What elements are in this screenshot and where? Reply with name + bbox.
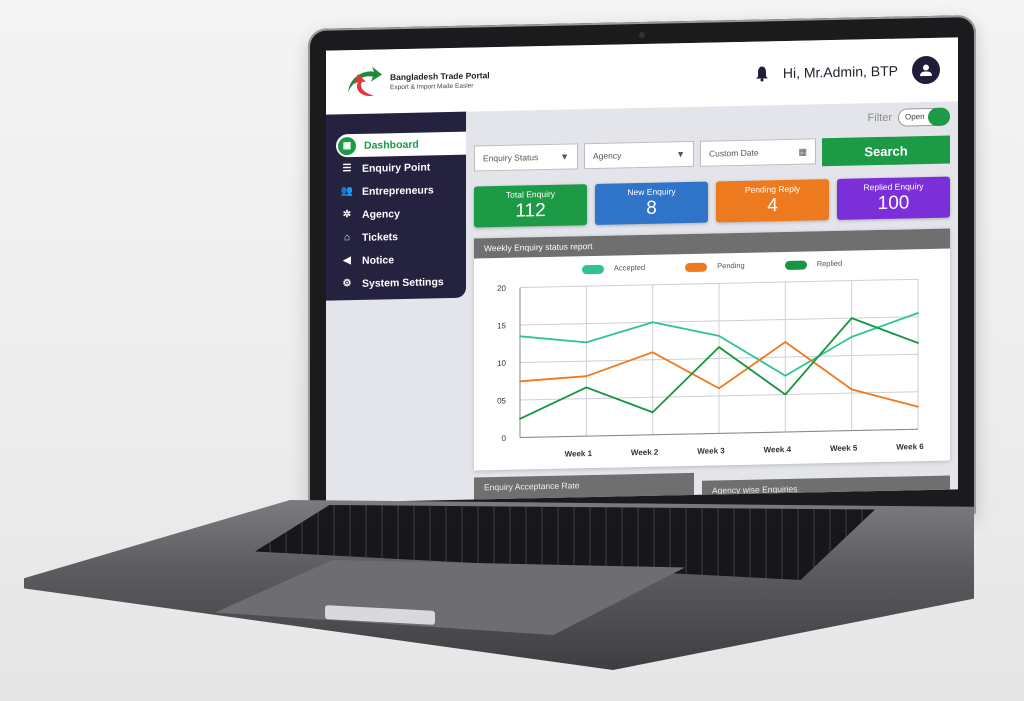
toggle-knob xyxy=(928,107,950,127)
sidebar-item-label: Enquiry Point xyxy=(362,160,431,175)
weekly-report-card: Weekly Enquiry status report Accepted Pe… xyxy=(474,228,950,471)
search-button[interactable]: Search xyxy=(822,135,950,167)
filter-label: Filter xyxy=(867,111,892,125)
sidebar-item-notice[interactable]: ◀ Notice xyxy=(326,247,466,273)
sidebar-item-enquiry-point[interactable]: ☰ Enquiry Point xyxy=(326,155,466,181)
toggle-label: Open xyxy=(905,112,925,122)
group-icon: ✲ xyxy=(342,209,352,221)
x-tick-label: Week 5 xyxy=(830,443,858,453)
stat-replied-enquiry[interactable]: Replied Enquiry 100 xyxy=(837,176,950,220)
line-chart: Accepted Pending Replied 0 05 10 15 20 Week 1… xyxy=(474,249,950,471)
stat-total-enquiry[interactable]: Total Enquiry 112 xyxy=(474,184,587,228)
y-tick-label: 05 xyxy=(497,396,506,405)
x-tick-label: Week 3 xyxy=(697,446,725,456)
logo-icon xyxy=(348,66,382,97)
acceptance-rate-card: Enquiry Acceptance Rate xyxy=(474,472,694,503)
sidebar-item-label: Entrepreneurs xyxy=(362,183,434,198)
sidebar-item-label: System Settings xyxy=(362,275,444,290)
sidebar-item-label: Tickets xyxy=(362,230,398,244)
sidebar: ▦ Dashboard ☰ Enquiry Point 👥 Entreprene… xyxy=(326,111,466,301)
brand-logo[interactable]: Bangladesh Trade Portal Export & Import … xyxy=(344,59,490,102)
y-tick-label: 10 xyxy=(497,359,506,368)
x-tick-label: Week 4 xyxy=(764,445,792,455)
stats-row: Total Enquiry 112 New Enquiry 8 Pending … xyxy=(474,176,950,228)
user-icon xyxy=(920,64,932,77)
sidebar-item-dashboard[interactable]: ▦ Dashboard xyxy=(336,131,466,158)
sidebar-item-label: Dashboard xyxy=(364,138,419,152)
stat-value: 100 xyxy=(877,192,910,215)
x-tick-label: Week 1 xyxy=(565,449,593,459)
custom-date-placeholder: Custom Date xyxy=(709,147,759,159)
chart-plot: 0 05 10 15 20 Week 1 Week 2 Week 3 Week 4 Week 5 W… xyxy=(497,278,924,459)
caret-down-icon: ▼ xyxy=(560,151,569,162)
y-tick-label: 20 xyxy=(497,284,506,293)
sidebar-item-tickets[interactable]: ⌂ Tickets xyxy=(326,224,466,250)
y-tick-label: 15 xyxy=(497,321,506,330)
agency-placeholder: Agency xyxy=(593,150,622,162)
gear-icon: ⚙ xyxy=(342,278,352,290)
top-bar: Bangladesh Trade Portal Export & Import … xyxy=(326,37,958,115)
stat-pending-reply[interactable]: Pending Reply 4 xyxy=(716,179,829,223)
sidebar-item-entrepreneurs[interactable]: 👥 Entrepreneurs xyxy=(326,178,466,204)
laptop-lid: Bangladesh Trade Portal Export & Import … xyxy=(308,15,976,529)
enquiry-status-placeholder: Enquiry Status xyxy=(483,152,539,164)
sidebar-item-label: Agency xyxy=(362,207,400,221)
enquiry-status-select[interactable]: Enquiry Status ▼ xyxy=(474,143,578,172)
app-screen: Bangladesh Trade Portal Export & Import … xyxy=(326,37,958,503)
brand-tagline: Export & Import Made Easier xyxy=(390,82,474,91)
sidebar-item-system-settings[interactable]: ⚙ System Settings xyxy=(326,270,466,296)
agency-select[interactable]: Agency ▼ xyxy=(584,140,694,170)
y-tick-label: 0 xyxy=(502,434,507,443)
stat-value: 8 xyxy=(646,197,657,219)
x-tick-label: Week 2 xyxy=(631,448,659,458)
card-title: Agency wise Enquiries xyxy=(712,483,798,496)
camera xyxy=(639,31,645,39)
list-icon: ☰ xyxy=(342,163,352,175)
users-icon: 👥 xyxy=(340,186,354,198)
card-title: Enquiry Acceptance Rate xyxy=(484,480,580,493)
sidebar-item-agency[interactable]: ✲ Agency xyxy=(326,201,466,227)
stat-value: 4 xyxy=(767,195,778,217)
megaphone-icon: ◀ xyxy=(343,255,351,267)
brand-title: Bangladesh Trade Portal xyxy=(390,69,490,82)
agency-enquiries-card: Agency wise Enquiries xyxy=(702,475,950,503)
caret-down-icon: ▼ xyxy=(676,149,685,160)
ticket-icon: ⌂ xyxy=(343,232,351,244)
filter-control: Filter Open xyxy=(867,107,950,128)
custom-date-input[interactable]: Custom Date ▦ xyxy=(700,138,816,167)
dashboard-icon: ▦ xyxy=(338,136,356,155)
avatar[interactable] xyxy=(912,55,940,85)
bell-icon[interactable] xyxy=(755,65,769,82)
stat-new-enquiry[interactable]: New Enquiry 8 xyxy=(595,181,708,225)
sidebar-item-label: Notice xyxy=(362,253,395,267)
user-greeting: Hi, Mr.Admin, BTP xyxy=(782,62,898,82)
x-tick-label: Week 6 xyxy=(896,442,924,452)
calendar-icon: ▦ xyxy=(798,146,807,157)
filter-toggle[interactable]: Open xyxy=(898,107,950,127)
stat-value: 112 xyxy=(515,200,546,222)
filter-controls: Enquiry Status ▼ Agency ▼ Custom Date ▦ … xyxy=(474,135,950,174)
